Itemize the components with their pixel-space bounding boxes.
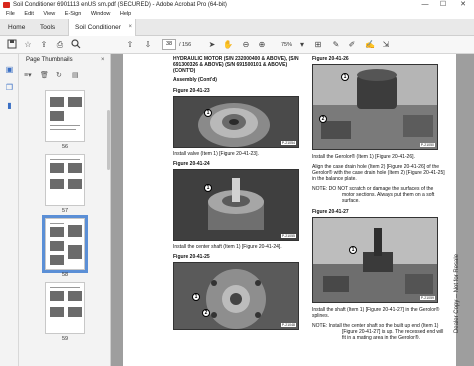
toolbar: ☆ ⇪ ⎙ ⇧ ⇩ 38 / 156 ➤ ✋ ⊖ ⊕ 75% ▾ ⊞ ✎ ✐ ✍… — [0, 36, 474, 54]
thumbnail-page-58[interactable] — [42, 215, 88, 273]
thumbnail-label: 57 — [61, 208, 69, 214]
figure-caption: Install valve (Item 1) [Figure 20-41-23]… — [173, 151, 259, 157]
figure-label: Figure 20-41-25 — [173, 254, 210, 260]
thumbnail-page-59[interactable] — [45, 282, 85, 334]
tab-tools[interactable]: Tools — [34, 19, 61, 36]
note-text: NOTE: DO NOT scratch or damage the surfa… — [312, 186, 435, 204]
watermark-side-text: Dealer Copy -- Not for Resale — [454, 254, 460, 334]
note-text: NOTE: Install the center shaft so the bu… — [312, 323, 444, 341]
options-icon[interactable]: ≡▾ — [24, 71, 32, 79]
bookmark-icon[interactable]: ▮ — [4, 100, 15, 111]
figure-label: Figure 20-41-26 — [312, 56, 349, 62]
instruction-text: Align the case drain hole (Item 2) [Figu… — [312, 164, 445, 182]
menu-esign[interactable]: E-Sign — [65, 10, 82, 19]
page-total: / 156 — [179, 42, 192, 48]
thumbnail-label: 56 — [61, 144, 69, 150]
figure-photo: 1 P-21055 — [173, 169, 299, 241]
comment-icon[interactable]: ✎ — [330, 39, 342, 51]
select-cursor-icon[interactable]: ➤ — [206, 39, 218, 51]
menu-window[interactable]: Window — [91, 10, 111, 19]
panel-title: Page Thumbnails — [26, 57, 73, 63]
figure-code: P-21054 — [280, 141, 296, 145]
previous-page-icon[interactable]: ⇧ — [124, 39, 136, 51]
pdf-page: HYDRAULIC MOTOR (S/N 232000400 & ABOVE),… — [123, 54, 460, 366]
rotate-icon[interactable]: ↻ — [56, 71, 62, 79]
zoom-out-icon[interactable]: ⊖ — [240, 39, 252, 51]
save-icon[interactable] — [6, 39, 18, 51]
search-icon[interactable] — [70, 39, 82, 51]
sub-heading: Assembly (Cont'd) — [173, 77, 217, 83]
tab-bar: Home Tools Soil Conditioner 69... × — [0, 19, 474, 48]
star-icon[interactable]: ☆ — [22, 39, 34, 51]
page-thumbnails-panel: Page Thumbnails × ≡▾ 🗑 ↻ ▤ 56 57 58 59 — [19, 54, 111, 366]
highlight-icon[interactable]: ✐ — [346, 39, 358, 51]
zoom-in-icon[interactable]: ⊕ — [256, 39, 268, 51]
hand-tool-icon[interactable]: ✋ — [222, 39, 234, 51]
figure-code: P-21055 — [280, 234, 296, 238]
close-window-button[interactable]: ✕ — [456, 0, 470, 10]
section-heading: HYDRAULIC MOTOR (S/N 232000400 & ABOVE),… — [173, 56, 299, 74]
delete-page-icon[interactable]: 🗑 — [40, 71, 49, 79]
tab-close-icon[interactable]: × — [128, 19, 132, 36]
insert-page-icon[interactable]: ▤ — [72, 71, 79, 79]
fit-page-icon[interactable]: ⊞ — [312, 39, 324, 51]
callout-marker: 1 — [204, 109, 212, 117]
menu-file[interactable]: File — [6, 10, 15, 19]
left-column: HYDRAULIC MOTOR (S/N 232000400 & ABOVE),… — [173, 56, 301, 330]
figure-photo: 1 2 P-21050 — [312, 64, 438, 150]
upload-icon[interactable]: ⇪ — [38, 39, 50, 51]
zoom-level[interactable]: 75% — [281, 39, 292, 51]
callout-marker: 1 — [204, 184, 212, 192]
figure-photo: 1 P-21059 — [312, 217, 438, 303]
figure-code: P-21048 — [280, 323, 296, 327]
right-column: Figure 20-41-26 1 2 P-21050 Install the … — [312, 56, 446, 341]
page-number-input[interactable]: 38 — [162, 39, 176, 50]
print-icon[interactable]: ⎙ — [54, 39, 66, 51]
window-title: Soil Conditioner 6901113 enUS sm.pdf (SE… — [13, 2, 227, 8]
figure-label: Figure 20-41-27 — [312, 209, 349, 215]
window-title-bar: Soil Conditioner 6901113 enUS sm.pdf (SE… — [0, 0, 474, 10]
callout-marker: 1 — [341, 73, 349, 81]
thumbnail-scrollbar[interactable] — [107, 110, 110, 170]
sign-icon[interactable]: ✍ — [364, 39, 376, 51]
tab-home[interactable]: Home — [2, 19, 31, 36]
thumbnail-label: 59 — [61, 336, 69, 342]
figure-code: P-21059 — [419, 296, 435, 300]
instruction-text: Install the shaft (Item 1) [Figure 20-41… — [312, 307, 440, 319]
chevron-down-icon[interactable]: ▾ — [296, 39, 308, 51]
page-thumbnails-icon[interactable]: ▣ — [4, 64, 15, 75]
menu-edit[interactable]: Edit — [24, 10, 33, 19]
panel-close-icon[interactable]: × — [101, 57, 105, 63]
figure-label: Figure 20-41-23 — [173, 88, 210, 94]
thumbnail-label: 58 — [61, 272, 69, 278]
callout-marker: 2 — [319, 115, 327, 123]
thumbnail-page-57[interactable] — [45, 154, 85, 206]
next-page-icon[interactable]: ⇩ — [142, 39, 154, 51]
document-view[interactable]: HYDRAULIC MOTOR (S/N 232000400 & ABOVE),… — [111, 54, 474, 366]
maximize-button[interactable]: ☐ — [436, 0, 450, 10]
acrobat-app-icon — [3, 2, 10, 8]
menu-bar: File Edit View E-Sign Window Help — [0, 10, 474, 19]
menu-view[interactable]: View — [43, 10, 55, 19]
copy-pages-icon[interactable]: ❐ — [4, 82, 15, 93]
figure-caption: Install the center shaft (Item 1) [Figur… — [173, 244, 282, 250]
callout-marker: 2 — [202, 309, 210, 317]
figure-label: Figure 20-41-24 — [173, 161, 210, 167]
callout-marker: 1 — [349, 246, 357, 254]
more-tools-icon[interactable]: ⇲ — [380, 39, 392, 51]
left-navigation-rail: ▣ ❐ ▮ — [0, 54, 19, 366]
figure-code: P-21050 — [419, 143, 435, 147]
panel-toolbar: ≡▾ 🗑 ↻ ▤ — [24, 71, 106, 83]
instruction-text: Install the Gerolor® (Item 1) [Figure 20… — [312, 154, 415, 160]
figure-photo: 1 P-21054 — [173, 96, 299, 148]
menu-help[interactable]: Help — [120, 10, 131, 19]
tab-document[interactable]: Soil Conditioner 69... × — [68, 19, 136, 48]
thumbnail-page-56[interactable] — [45, 90, 85, 142]
callout-marker: 1 — [192, 293, 200, 301]
minimize-button[interactable]: — — [418, 0, 432, 10]
figure-photo: 1 2 P-21048 — [173, 262, 299, 330]
